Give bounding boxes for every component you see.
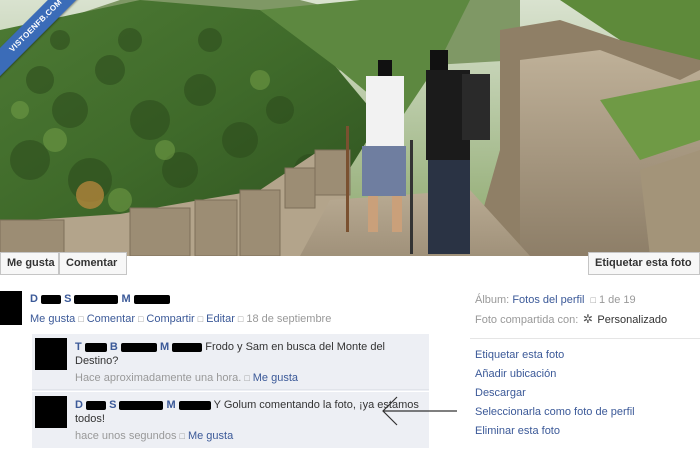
owner-name-initial[interactable]: M	[122, 293, 131, 305]
commenter-avatar[interactable]	[35, 338, 67, 370]
album-link[interactable]: Fotos del perfil	[512, 294, 584, 306]
comment-meta: hace unos segundos □ Me gusta	[75, 429, 420, 443]
photo-info: Álbum: Fotos del perfil □ 1 de 19 Foto co…	[475, 292, 700, 327]
divider	[470, 338, 700, 339]
separator: □	[78, 314, 84, 324]
commenter-initial[interactable]: M	[160, 341, 169, 353]
comment-time: hace unos segundos	[75, 430, 177, 442]
delete-photo-link[interactable]: Eliminar esta foto	[475, 422, 695, 441]
redaction	[119, 400, 164, 410]
photo-action-bar: Me gusta Comentar Etiquetar esta foto	[0, 252, 700, 276]
comment-body: T B M Frodo y Sam en busca del Monte del…	[75, 340, 420, 385]
hikers-photo	[0, 0, 700, 256]
tag-photo-button[interactable]: Etiquetar esta foto	[588, 252, 700, 275]
owner-name[interactable]: D S M	[30, 293, 170, 305]
post-share-link[interactable]: Compartir	[146, 313, 194, 325]
owner-name-initial[interactable]: S	[64, 293, 71, 305]
comment-item: T B M Frodo y Sam en busca del Monte del…	[32, 334, 429, 390]
post-like-link[interactable]: Me gusta	[30, 313, 75, 325]
post-comment-link[interactable]: Comentar	[87, 313, 135, 325]
comment-button[interactable]: Comentar	[59, 252, 127, 275]
commenter-avatar[interactable]	[35, 396, 67, 428]
separator: □	[137, 314, 144, 324]
comment-like-link[interactable]: Me gusta	[253, 372, 298, 384]
comment-item: D S M Y Golum comentando la foto, ¡ya es…	[32, 391, 429, 448]
redaction	[84, 342, 107, 352]
comment-time: Hace aproximadamente una hora.	[75, 372, 242, 384]
album-row: Álbum: Fotos del perfil □ 1 de 19	[475, 292, 700, 308]
post-meta: Me gusta □ Comentar □ Compartir □ Editar □ 18 de…	[30, 313, 331, 325]
commenter-initial[interactable]: S	[109, 399, 116, 411]
commenter-initial[interactable]: D	[75, 399, 83, 411]
photo[interactable]: VISTOENFB.COM	[0, 0, 700, 256]
redaction	[74, 294, 119, 304]
separator: □	[237, 314, 244, 324]
separator: □	[179, 431, 185, 441]
separator: □	[590, 295, 596, 305]
album-position: 1 de 19	[598, 294, 636, 306]
owner-avatar[interactable]	[0, 291, 22, 325]
post-edit-link[interactable]: Editar	[206, 313, 235, 325]
arrow-left-icon	[382, 396, 457, 426]
privacy-row: Foto compartida con: ✲ Personalizado	[475, 311, 700, 327]
post-date: 18 de septiembre	[246, 313, 332, 325]
redaction	[178, 400, 211, 410]
comment-body: D S M Y Golum comentando la foto, ¡ya es…	[75, 398, 420, 443]
redaction	[120, 342, 157, 352]
add-location-link[interactable]: Añadir ubicación	[475, 365, 695, 384]
owner-name-initial[interactable]: D	[30, 293, 38, 305]
privacy-value[interactable]: Personalizado	[597, 314, 667, 326]
comment-like-link[interactable]: Me gusta	[188, 430, 233, 442]
commenter-initial[interactable]: B	[110, 341, 118, 353]
separator: □	[197, 314, 204, 324]
redaction	[172, 342, 203, 352]
album-label: Álbum:	[475, 294, 510, 306]
commenter-initial[interactable]: M	[167, 399, 176, 411]
comment-meta: Hace aproximadamente una hora. □ Me gusta	[75, 371, 420, 385]
gear-icon[interactable]: ✲	[581, 311, 594, 327]
commenter-initial[interactable]: T	[75, 341, 82, 353]
redaction	[133, 294, 170, 304]
separator: □	[244, 373, 250, 383]
tag-photo-link[interactable]: Etiquetar esta foto	[475, 346, 695, 365]
like-button[interactable]: Me gusta	[0, 252, 59, 275]
make-profile-photo-link[interactable]: Seleccionarla como foto de perfil	[475, 403, 695, 422]
privacy-label: Foto compartida con:	[475, 314, 579, 326]
redaction	[86, 400, 107, 410]
comment-list: T B M Frodo y Sam en busca del Monte del…	[32, 334, 429, 448]
photo-actions-list: Etiquetar esta foto Añadir ubicación Des…	[475, 346, 695, 441]
redaction	[41, 294, 62, 304]
download-link[interactable]: Descargar	[475, 384, 695, 403]
